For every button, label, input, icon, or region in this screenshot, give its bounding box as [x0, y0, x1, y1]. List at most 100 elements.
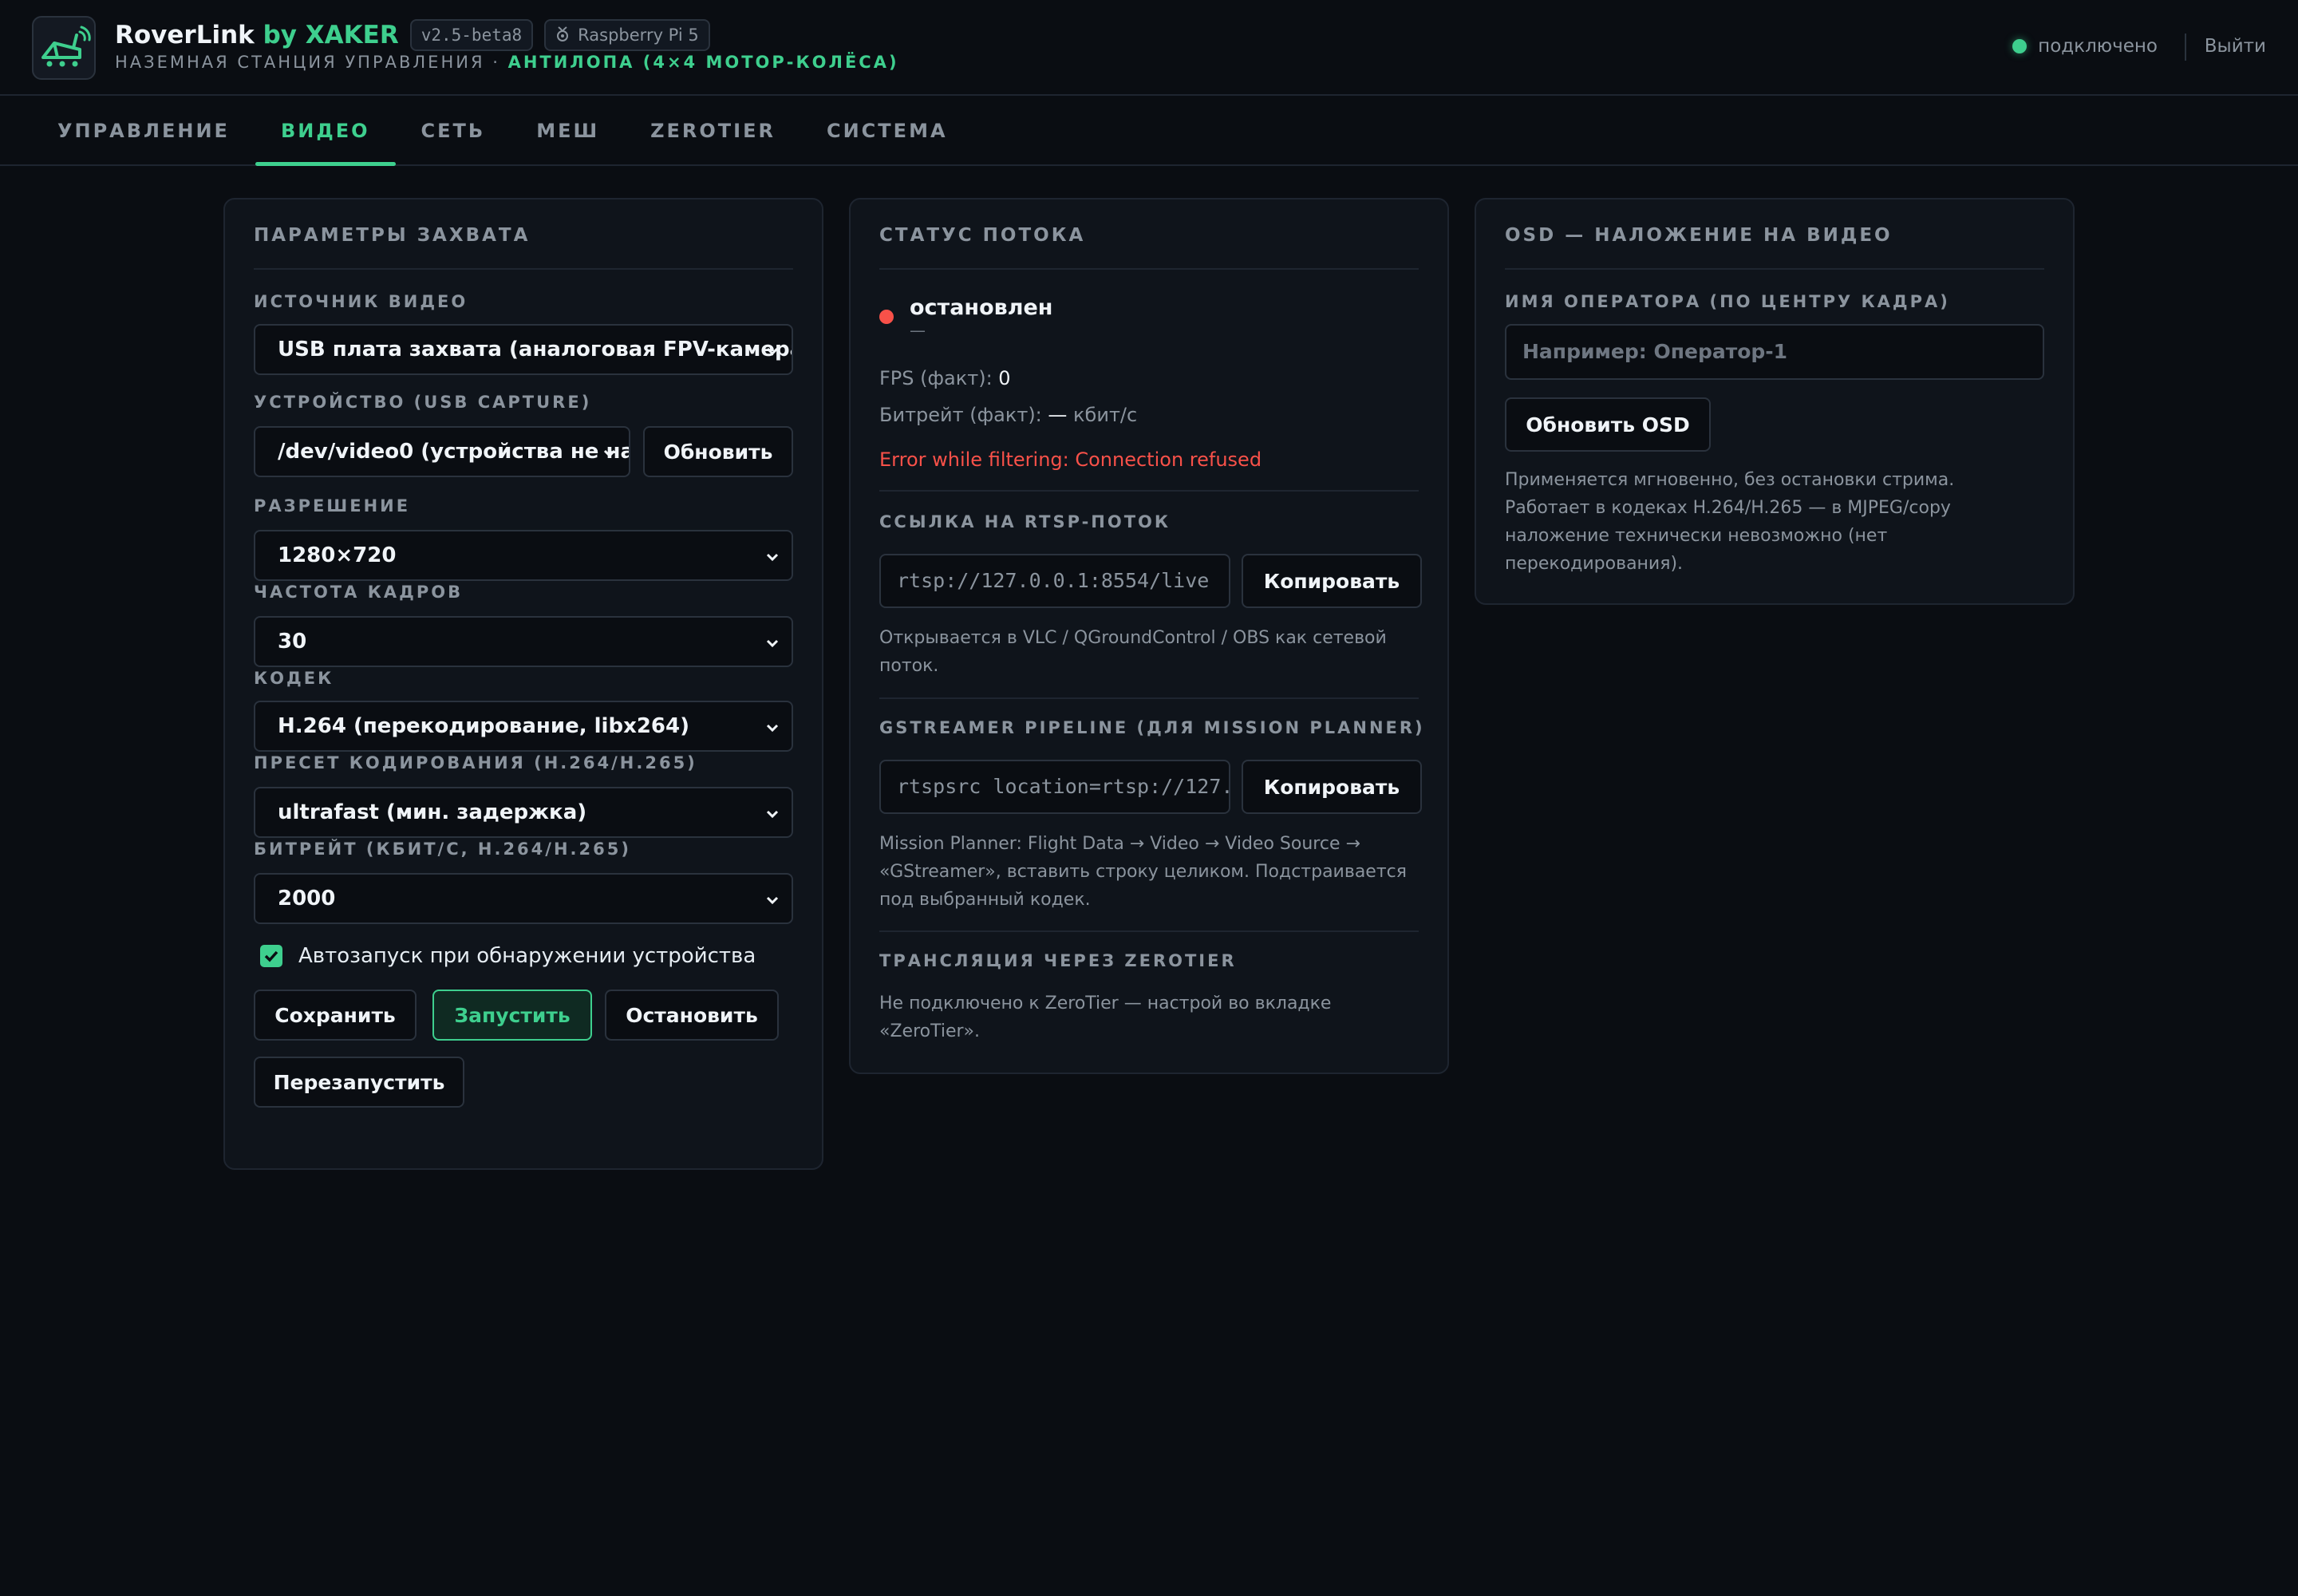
card-divider: [1505, 268, 2044, 270]
gstreamer-section-title: GSTREAMER PIPELINE (ДЛЯ MISSION PLANNER): [879, 718, 1425, 737]
stream-state-sub: —: [910, 321, 926, 340]
stream-state: остановлен —: [879, 294, 1052, 338]
connection-status: подключено: [2038, 36, 2158, 57]
device-value: /dev/video0 (устройства не найдены): [278, 440, 629, 464]
bitrate-label: БИТРЕЙТ (КБИТ/С, H.264/H.265): [254, 839, 631, 859]
card-title: ПАРАМЕТРЫ ЗАХВАТА: [254, 225, 531, 246]
fps-actual-value: 0: [998, 367, 1011, 389]
resolution-select[interactable]: 1280×720: [254, 530, 793, 581]
preset-select[interactable]: ultrafast (мин. задержка): [254, 787, 793, 838]
connection-indicator: подключено: [2012, 32, 2158, 61]
fps-actual-label: FPS (факт):: [879, 367, 993, 389]
copy-rtsp-button[interactable]: Копировать: [1242, 554, 1422, 608]
raspberry-icon: [555, 26, 570, 45]
autostart-checkbox[interactable]: [260, 945, 282, 967]
tab-mesh[interactable]: МЕШ: [511, 97, 625, 164]
stream-status-card: СТАТУС ПОТОКА остановлен — FPS (факт): 0…: [849, 198, 1449, 1074]
zerotier-note: Не подключено к ZeroTier — настрой во вк…: [879, 994, 1332, 1041]
preset-value: ultrafast (мин. задержка): [278, 800, 587, 824]
device-label: УСТРОЙСТВО (USB CAPTURE): [254, 393, 592, 412]
stream-state-text: остановлен: [910, 295, 1053, 320]
bitrate-actual-value: —: [1048, 404, 1068, 426]
tab-video[interactable]: ВИДЕО: [255, 97, 396, 166]
gstreamer-note: Mission Planner: Flight Data → Video → V…: [879, 834, 1407, 910]
resolution-label: РАЗРЕШЕНИЕ: [254, 496, 411, 516]
section-divider: [879, 930, 1419, 932]
update-osd-button[interactable]: Обновить OSD: [1505, 397, 1711, 452]
codec-label: КОДЕК: [254, 669, 334, 688]
app-header: RoverLink by XAKER v2.5-beta8 Raspberry …: [0, 0, 2298, 96]
brand-by: by XAKER: [263, 21, 399, 49]
card-title: OSD — НАЛОЖЕНИЕ НА ВИДЕО: [1505, 225, 1893, 246]
bitrate-actual: Битрейт (факт): — кбит/с: [879, 404, 1137, 426]
restart-stream-button[interactable]: Перезапустить: [254, 1057, 464, 1108]
source-label: ИСТОЧНИК ВИДЕО: [254, 292, 468, 311]
chevron-down-icon: [766, 553, 779, 562]
chevron-down-icon: [766, 639, 779, 648]
start-stream-button[interactable]: Запустить: [432, 990, 592, 1041]
status-dot-icon: [2012, 39, 2028, 53]
chevron-down-icon: [766, 724, 779, 733]
tab-zerotier[interactable]: ZEROTIER: [625, 97, 801, 164]
fps-label: ЧАСТОТА КАДРОВ: [254, 583, 464, 602]
osd-note: Применяется мгновенно, без остановки стр…: [1505, 470, 1955, 574]
chevron-down-icon: [766, 347, 779, 356]
copy-pipeline-button[interactable]: Копировать: [1242, 760, 1422, 814]
vehicle-model: АНТИЛОПА (4×4 МОТОР-КОЛЁСА): [507, 53, 899, 72]
video-source-value: USB плата захвата (аналоговая FPV-камера…: [278, 338, 793, 361]
version-text: v2.5-beta8: [421, 26, 523, 45]
version-badge: v2.5-beta8: [409, 19, 534, 51]
resolution-value: 1280×720: [278, 543, 397, 567]
fps-value: 30: [278, 630, 307, 654]
bitrate-select[interactable]: 2000: [254, 873, 793, 924]
header-divider: [2185, 34, 2186, 61]
bitrate-actual-unit: кбит/с: [1073, 404, 1138, 426]
fps-select[interactable]: 30: [254, 616, 793, 667]
platform-badge: Raspberry Pi 5: [544, 19, 710, 51]
section-divider: [879, 697, 1419, 699]
rtsp-url-field[interactable]: rtsp://127.0.0.1:8554/live: [879, 554, 1230, 608]
platform-text: Raspberry Pi 5: [578, 26, 699, 45]
zerotier-section-title: ТРАНСЛЯЦИЯ ЧЕРЕЗ ZEROTIER: [879, 951, 1237, 970]
brand-title: RoverLink by XAKER: [115, 21, 399, 49]
card-divider: [254, 268, 793, 270]
operator-name-label: ИМЯ ОПЕРАТОРА (ПО ЦЕНТРУ КАДРА): [1505, 292, 1950, 311]
stopped-dot-icon: [879, 310, 894, 324]
section-divider: [879, 490, 1419, 492]
autostart-row: Автозапуск при обнаружении устройства: [254, 940, 756, 972]
brand-line: RoverLink by XAKER v2.5-beta8 Raspberry …: [115, 18, 710, 53]
station-subtitle: НАЗЕМНАЯ СТАНЦИЯ УПРАВЛЕНИЯ · АНТИЛОПА (…: [115, 53, 899, 72]
gstreamer-pipeline-field[interactable]: rtspsrc location=rtsp://127.0.0.1:8554/l…: [879, 760, 1230, 814]
operator-name-input[interactable]: Например: Оператор-1: [1505, 324, 2044, 380]
fps-actual: FPS (факт): 0: [879, 367, 1011, 389]
main-tabs: УПРАВЛЕНИЕ ВИДЕО СЕТЬ МЕШ ZEROTIER СИСТЕ…: [0, 97, 2298, 166]
bitrate-value: 2000: [278, 887, 336, 911]
chevron-down-icon: [766, 810, 779, 819]
card-title: СТАТУС ПОТОКА: [879, 225, 1086, 246]
chevron-down-icon: [766, 896, 779, 905]
checkmark-icon: [264, 950, 278, 962]
osd-card: OSD — НАЛОЖЕНИЕ НА ВИДЕО ИМЯ ОПЕРАТОРА (…: [1475, 198, 2075, 605]
device-select[interactable]: /dev/video0 (устройства не найдены): [254, 426, 630, 477]
bitrate-actual-label: Битрейт (факт):: [879, 404, 1042, 426]
rtsp-section-title: ССЫЛКА НА RTSP-ПОТОК: [879, 512, 1171, 531]
stream-error: Error while filtering: Connection refuse…: [879, 448, 1262, 471]
rover-logo-icon: [32, 16, 96, 80]
chevron-down-icon: [603, 449, 616, 458]
save-button[interactable]: Сохранить: [254, 990, 417, 1041]
video-source-select[interactable]: USB плата захвата (аналоговая FPV-камера…: [254, 324, 793, 375]
tab-network[interactable]: СЕТЬ: [396, 97, 511, 164]
autostart-label: Автозапуск при обнаружении устройства: [298, 944, 756, 968]
preset-label: ПРЕСЕТ КОДИРОВАНИЯ (H.264/H.265): [254, 753, 697, 772]
rtsp-note: Открывается в VLC / QGroundControl / OBS…: [879, 628, 1387, 676]
codec-select[interactable]: H.264 (перекодирование, libx264): [254, 701, 793, 752]
stop-stream-button[interactable]: Остановить: [605, 990, 779, 1041]
subtitle-prefix: НАЗЕМНАЯ СТАНЦИЯ УПРАВЛЕНИЯ ·: [115, 53, 500, 72]
refresh-devices-button[interactable]: Обновить: [643, 426, 793, 477]
capture-settings-card: ПАРАМЕТРЫ ЗАХВАТА ИСТОЧНИК ВИДЕО USB пла…: [223, 198, 823, 1170]
card-divider: [879, 268, 1419, 270]
codec-value: H.264 (перекодирование, libx264): [278, 714, 689, 738]
logout-button[interactable]: Выйти: [2205, 32, 2266, 61]
tab-control[interactable]: УПРАВЛЕНИЕ: [32, 97, 255, 164]
tab-system[interactable]: СИСТЕМА: [801, 97, 973, 164]
